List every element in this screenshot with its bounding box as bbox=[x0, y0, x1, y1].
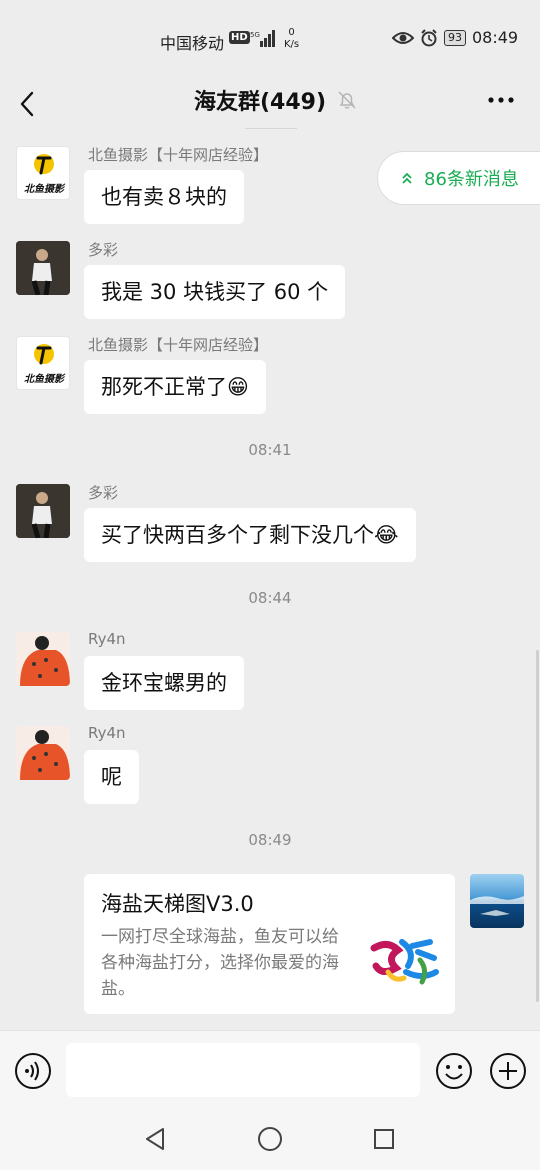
my-avatar[interactable] bbox=[470, 874, 524, 928]
avatar[interactable] bbox=[16, 484, 70, 538]
hd-badge: HD bbox=[229, 31, 250, 44]
cartoon-avatar-icon bbox=[16, 726, 70, 780]
double-chevron-up-icon bbox=[402, 172, 412, 184]
svg-text:5G: 5G bbox=[250, 31, 260, 39]
header-divider bbox=[245, 128, 297, 129]
more-icon[interactable] bbox=[486, 90, 516, 110]
carrier-name: 中国移动 bbox=[160, 34, 225, 53]
voice-icon[interactable] bbox=[14, 1052, 52, 1090]
message-bubble[interactable]: 那死不正常了😁 bbox=[84, 360, 266, 414]
message-bubble[interactable]: 呢 bbox=[84, 750, 139, 804]
person-photo-icon bbox=[16, 241, 70, 295]
timestamp: 08:44 bbox=[248, 589, 292, 607]
card-description: 一网打尽全球海盐，鱼友可以给各种海盐打分，选择你最爱的海盐。 bbox=[101, 927, 339, 999]
back-icon[interactable] bbox=[14, 84, 44, 124]
message-bubble[interactable]: 我是 30 块钱买了 60 个 bbox=[84, 265, 346, 319]
nav-recent-apps-icon[interactable] bbox=[372, 1127, 396, 1151]
avatar[interactable]: 北鱼摄影 bbox=[16, 336, 70, 390]
message-bubble[interactable]: 金环宝螺男的 bbox=[84, 656, 244, 710]
input-bar bbox=[0, 1030, 540, 1111]
new-messages-label: 86条新消息 bbox=[424, 169, 519, 190]
ocean-photo-icon bbox=[470, 874, 524, 928]
new-messages-button[interactable]: 86条新消息 bbox=[377, 151, 540, 205]
clock: 08:49 bbox=[472, 28, 519, 47]
message-bubble[interactable]: 买了快两百多个了剩下没几个😂 bbox=[84, 508, 416, 562]
sender-name: Ry4n bbox=[88, 630, 126, 648]
signal-icon: 5G bbox=[250, 30, 275, 47]
sender-name: Ry4n bbox=[88, 724, 126, 742]
eye-icon bbox=[392, 31, 414, 44]
chat-header: 海友群(449) bbox=[0, 78, 540, 130]
person-photo-icon bbox=[16, 484, 70, 538]
cartoon-avatar-icon bbox=[16, 632, 70, 686]
network-speed: 0 K/s bbox=[284, 27, 299, 51]
message-input[interactable] bbox=[66, 1043, 420, 1097]
timestamp: 08:49 bbox=[248, 831, 292, 849]
emoji-icon[interactable] bbox=[434, 1051, 474, 1091]
plus-icon[interactable] bbox=[488, 1051, 528, 1091]
card-title: 海盐天梯图V3.0 bbox=[101, 892, 254, 916]
scrollbar[interactable] bbox=[536, 650, 539, 1002]
bell-muted-icon bbox=[338, 91, 356, 109]
battery-icon: 93 bbox=[444, 29, 466, 46]
avatar[interactable] bbox=[16, 632, 70, 686]
avatar[interactable] bbox=[16, 241, 70, 295]
message-bubble[interactable]: 也有卖８块的 bbox=[84, 170, 244, 224]
speed-unit: K/s bbox=[284, 39, 300, 50]
chat-title: 海友群(449) bbox=[194, 90, 327, 115]
avatar[interactable]: 北鱼摄影 bbox=[16, 146, 70, 200]
status-bar: 中国移动 HD 5G 0 K/s 93 08:49 bbox=[0, 0, 540, 78]
sender-name: 北鱼摄影【十年网店经验】 bbox=[88, 336, 269, 354]
avatar[interactable] bbox=[16, 726, 70, 780]
alarm-icon bbox=[421, 28, 437, 46]
nav-back-icon[interactable] bbox=[143, 1126, 167, 1152]
shared-card[interactable]: 海盐天梯图V3.0 一网打尽全球海盐，鱼友可以给各种海盐打分，选择你最爱的海盐。 bbox=[84, 874, 455, 1014]
sea-salt-logo-icon bbox=[370, 939, 439, 985]
sender-name: 多彩 bbox=[88, 241, 119, 259]
logo-text: 北鱼摄影 bbox=[24, 374, 64, 385]
sender-name: 北鱼摄影【十年网店经验】 bbox=[88, 146, 269, 164]
nav-home-icon[interactable] bbox=[257, 1126, 283, 1152]
sender-name: 多彩 bbox=[88, 484, 119, 502]
timestamp: 08:41 bbox=[248, 441, 292, 459]
logo-text: 北鱼摄影 bbox=[24, 184, 64, 195]
speed-value: 0 bbox=[288, 27, 295, 38]
system-navigation bbox=[0, 1110, 540, 1170]
